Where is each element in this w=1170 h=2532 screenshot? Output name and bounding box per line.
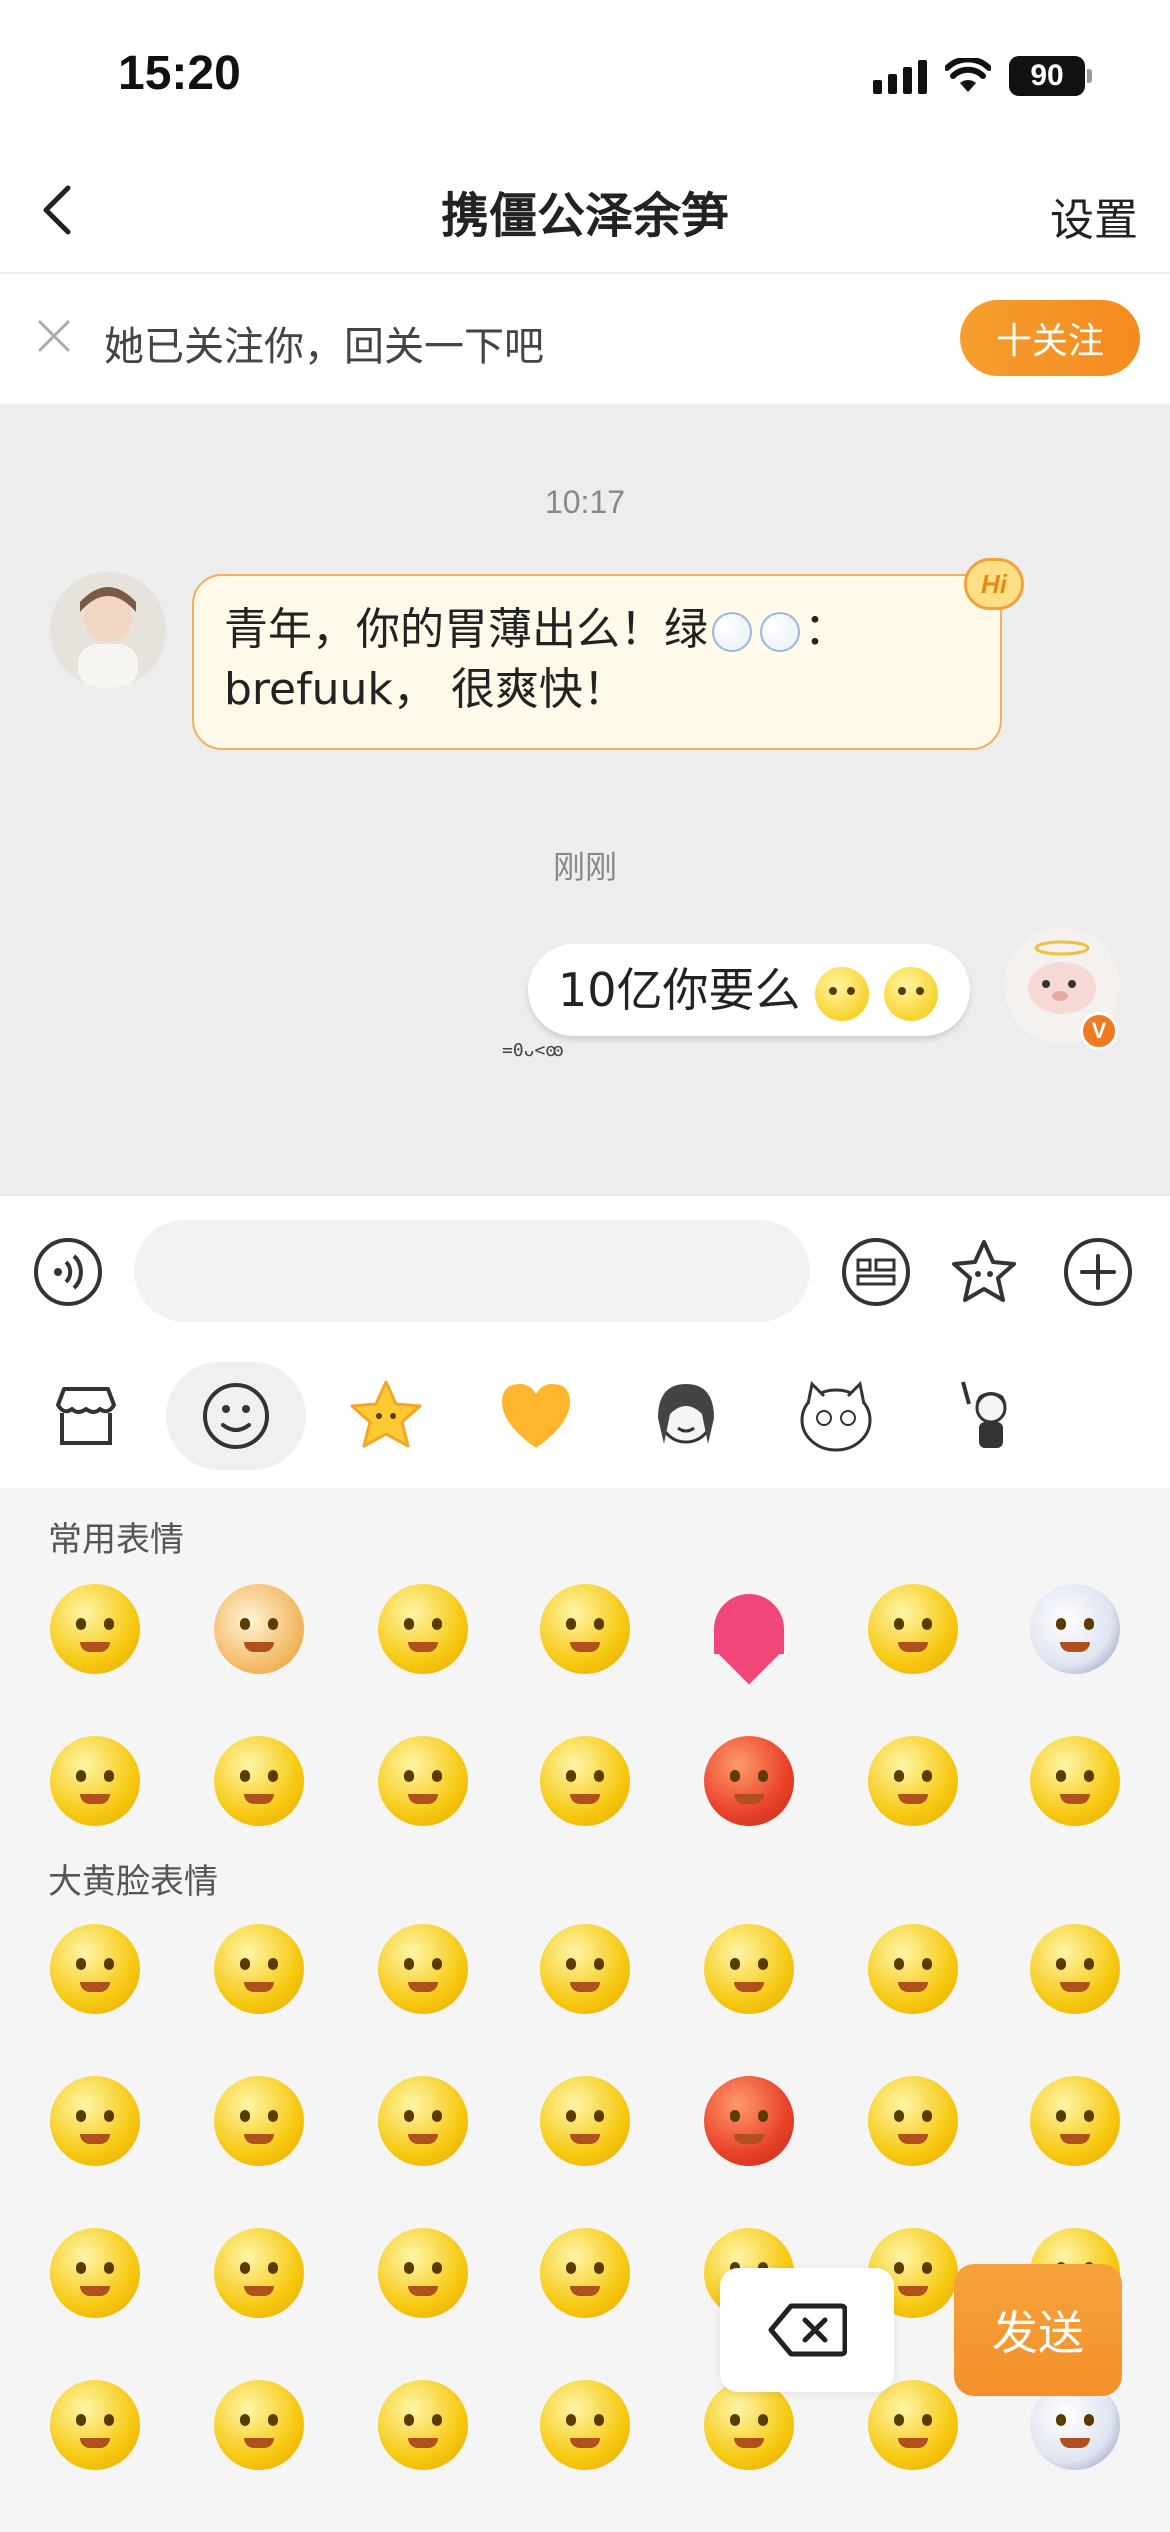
lemon-emoji-icon[interactable] — [50, 1584, 140, 1674]
section-title-frequent: 常用表情 — [48, 1520, 184, 1560]
chat-area[interactable]: 10:17 青年，你的胃薄出么！绿： brefuuk， 很爽快！ Hi 刚刚 1… — [0, 404, 1170, 1194]
verified-badge: V — [1080, 1012, 1118, 1050]
status-time: 15:20 — [118, 47, 241, 100]
sticker-girl-icon — [658, 1384, 714, 1444]
wink-emoji-icon[interactable] — [540, 2228, 630, 2318]
pleading-emoji-icon[interactable] — [50, 1736, 140, 1826]
send-button[interactable]: 发送 — [954, 2264, 1122, 2396]
sob-emoji-icon[interactable] — [50, 2228, 140, 2318]
follow-back-banner: 她已关注你，回关一下吧 十关注 — [0, 274, 1170, 404]
heart-icon — [502, 1384, 570, 1448]
grin-emoji-icon[interactable] — [704, 1924, 794, 2014]
smile-emoji-icon[interactable] — [50, 1924, 140, 2014]
speechless-emoji-icon[interactable] — [214, 2076, 304, 2166]
happy-emoji-icon[interactable] — [378, 1924, 468, 2014]
message-bubble-sent[interactable]: 10亿你要么 — [528, 944, 970, 1036]
facepalm-laugh-emoji-icon[interactable] — [378, 2228, 468, 2318]
close-icon[interactable] — [34, 316, 74, 356]
laugh-emoji-icon[interactable] — [868, 1924, 958, 2014]
status-icons: 90 — [873, 56, 1092, 96]
message-time: 10:17 — [544, 484, 626, 520]
tab-sticker-girl[interactable] — [616, 1362, 756, 1470]
battery-icon: 90 — [1009, 56, 1092, 96]
touched-emoji-icon[interactable] — [214, 1736, 304, 1826]
follow-hint-text: 她已关注你，回关一下吧 — [104, 324, 544, 370]
voice-icon[interactable] — [32, 1236, 104, 1308]
crying-emoji-icon[interactable] — [868, 1584, 958, 1674]
tab-smiley[interactable] — [166, 1362, 306, 1470]
avatar-other[interactable] — [50, 572, 166, 688]
surprised-emoji-icon[interactable] — [868, 2380, 958, 2470]
tab-sticker-chibi[interactable] — [916, 1362, 1056, 1470]
laugh-tears-emoji-icon[interactable] — [378, 1736, 468, 1826]
kiss-heart-emoji-icon[interactable] — [50, 2380, 140, 2470]
pleading-hands-emoji-icon[interactable] — [868, 2076, 958, 2166]
shocked-emoji-icon[interactable] — [868, 1736, 958, 1826]
nav-bar: 携僵公泽余笋 设置 — [0, 150, 1170, 274]
lemon-emoji-icon — [815, 966, 870, 1021]
annoyed-emoji-icon[interactable] — [540, 2076, 630, 2166]
settings-button[interactable]: 设置 — [1050, 184, 1138, 248]
star-eyes-emoji-icon[interactable] — [704, 2380, 794, 2470]
follow-button[interactable]: 十关注 — [960, 300, 1140, 376]
furious-emoji-icon[interactable] — [704, 2076, 794, 2166]
store-icon — [56, 1387, 116, 1445]
lemon-emoji-icon — [883, 966, 938, 1021]
signal-icon — [873, 58, 927, 94]
tab-star[interactable] — [316, 1362, 456, 1470]
husky-emoji-icon[interactable] — [1030, 1584, 1120, 1674]
pray-emoji-icon[interactable] — [540, 1924, 630, 2014]
sticker-chibi-icon — [961, 1381, 1007, 1448]
blush-smile-emoji-icon[interactable] — [214, 1924, 304, 2014]
message-text: 10亿你要么 — [558, 963, 801, 1017]
joy-emoji-icon[interactable] — [1030, 1924, 1120, 2014]
hug-heart-emoji-icon[interactable] — [214, 2380, 304, 2470]
emoji-tab-bar — [0, 1344, 1170, 1488]
delete-button[interactable] — [720, 2268, 894, 2392]
message-bubble-received[interactable]: 青年，你的胃薄出么！绿： brefuuk， 很爽快！ Hi — [192, 558, 1024, 750]
tab-sticker-cat[interactable] — [766, 1362, 906, 1470]
wink-tongue-emoji-icon[interactable] — [540, 1584, 630, 1674]
add-icon[interactable] — [1062, 1236, 1134, 1308]
smiley-icon — [203, 1383, 269, 1449]
sad-face-emoji-icon[interactable] — [378, 1584, 468, 1674]
page-title: 携僵公泽余笋 — [440, 188, 729, 244]
heart-eyes-drool-emoji-icon[interactable] — [540, 1736, 630, 1826]
hi-badge: Hi — [964, 558, 1024, 610]
shiba-crying-emoji-icon[interactable] — [214, 1584, 304, 1674]
message-time: 刚刚 — [552, 849, 617, 885]
angry-emoji-icon[interactable] — [704, 1736, 794, 1826]
love-tongue-emoji-icon[interactable] — [540, 2380, 630, 2470]
backspace-icon — [768, 2303, 847, 2357]
tab-heart[interactable] — [466, 1362, 606, 1470]
bubble-emoji-icon — [760, 612, 800, 652]
worried-emoji-icon[interactable] — [50, 2076, 140, 2166]
message-text-line2: brefuuk， 很爽快！ — [224, 664, 627, 715]
tears-emoji-icon[interactable] — [214, 2228, 304, 2318]
heart-eyes-tongue-emoji-icon[interactable] — [1030, 1736, 1120, 1826]
bubble-emoji-icon — [712, 612, 752, 652]
section-title-yellow-face: 大黄脸表情 — [48, 1862, 218, 1902]
message-text: 青年，你的胃薄出么！绿： — [224, 604, 848, 655]
tab-emoji-store[interactable] — [16, 1362, 156, 1470]
status-bar: 15:20 90 — [0, 0, 1170, 150]
message-input[interactable] — [134, 1220, 810, 1322]
sticker-cat-icon — [800, 1380, 872, 1452]
wifi-icon — [945, 58, 991, 92]
love-drool-emoji-icon[interactable] — [378, 2380, 468, 2470]
star-face-icon[interactable] — [948, 1236, 1020, 1308]
puppy-eyes-emoji-icon[interactable] — [1030, 2076, 1120, 2166]
bubble-decoration: =0ᴗ<ꙭ — [502, 1040, 564, 1061]
input-bar — [0, 1194, 1170, 1344]
shush-emoji-icon[interactable] — [378, 2076, 468, 2166]
battery-level: 90 — [1009, 56, 1085, 96]
star-icon — [350, 1380, 422, 1448]
quick-reply-icon[interactable] — [840, 1236, 912, 1308]
heart-emoji-icon[interactable] — [704, 1584, 794, 1674]
